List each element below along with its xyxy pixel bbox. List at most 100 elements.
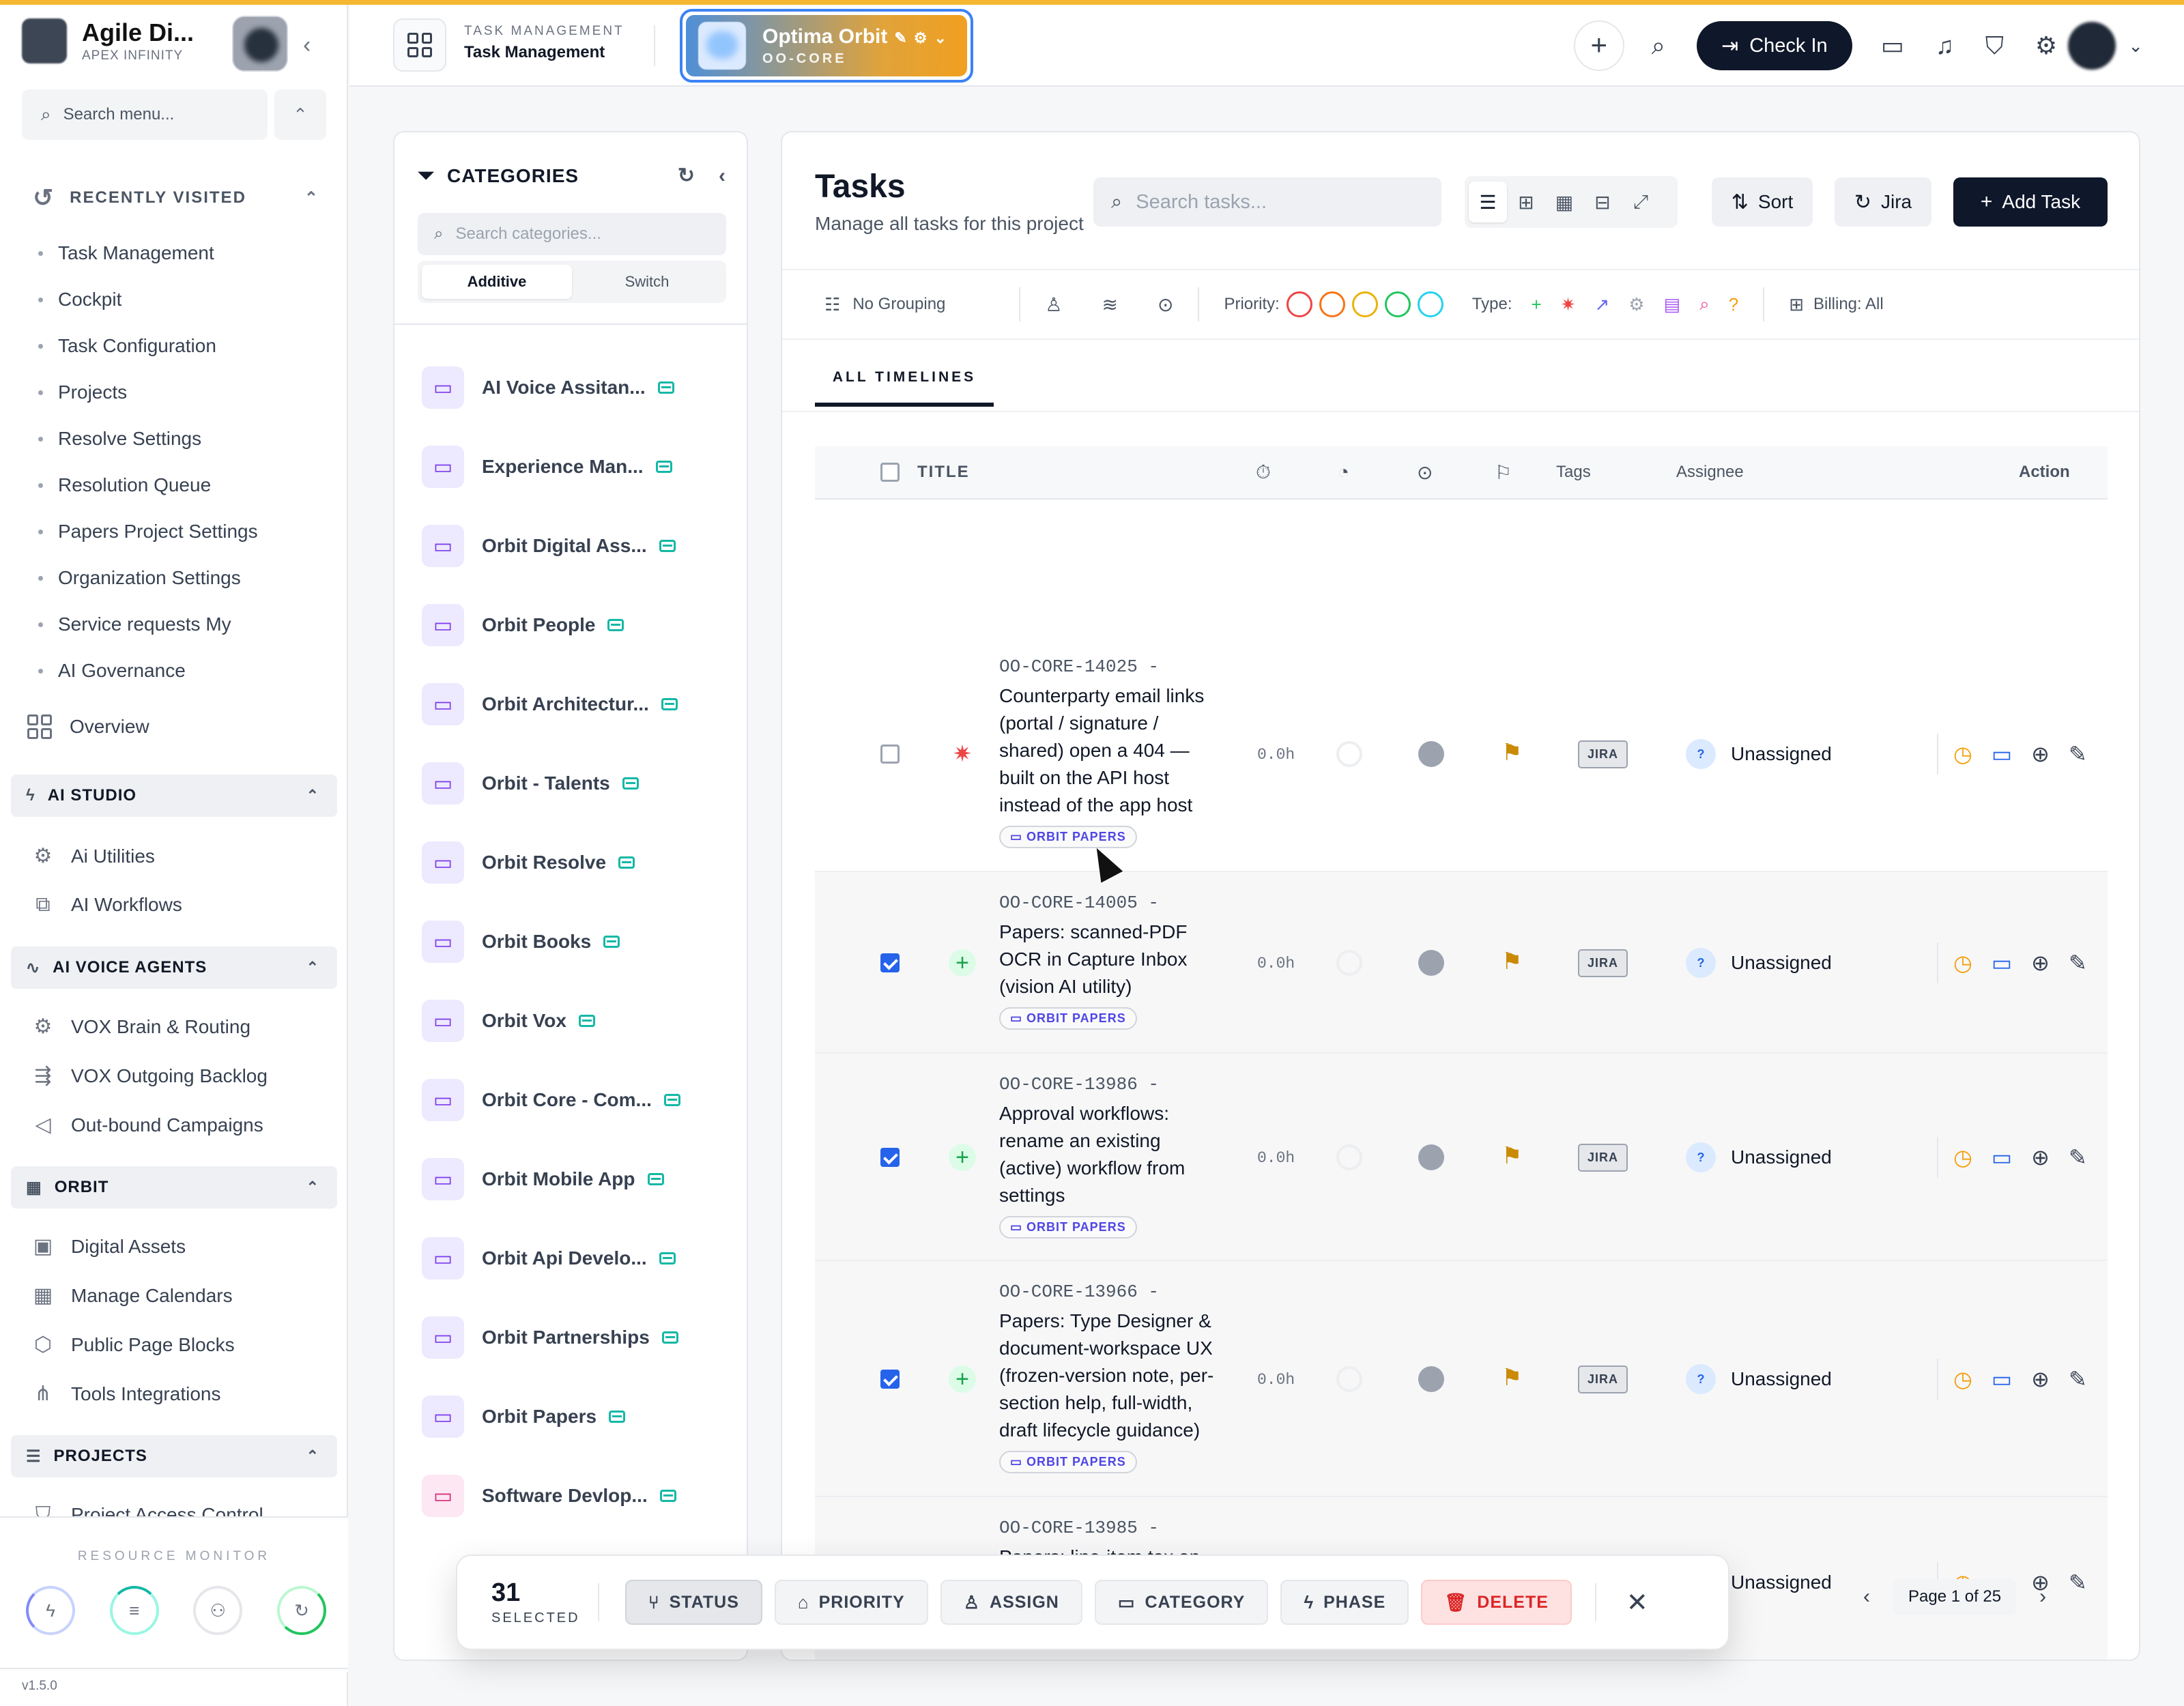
priority-lowest-toggle[interactable] [1417, 291, 1443, 317]
type-improvement-icon[interactable]: ↗ [1594, 294, 1609, 315]
refresh-icon[interactable]: ↻ [678, 164, 695, 188]
users-gauge-icon[interactable]: ⚇ [193, 1586, 243, 1635]
jira-badge[interactable]: JIRA [1578, 740, 1628, 768]
recent-item[interactable]: Projects [38, 369, 258, 416]
priority-medium-toggle[interactable] [1351, 291, 1378, 317]
task-title[interactable]: Papers: Type Designer & document-workspa… [999, 1307, 1224, 1444]
jira-sync-button[interactable]: ↻ Jira [1835, 177, 1931, 227]
jira-badge[interactable]: JIRA [1578, 1144, 1628, 1172]
mode-switch[interactable]: Switch [572, 265, 722, 299]
search-icon[interactable]: ⌕ [1652, 31, 1665, 61]
bell-icon[interactable]: ♫ [1936, 31, 1954, 60]
category-tag[interactable]: ▭ ORBIT PAPERS [999, 1451, 1137, 1473]
user-avatar[interactable] [2068, 22, 2116, 70]
bulk-phase-button[interactable]: ϟ PHASE [1280, 1580, 1409, 1625]
progress-indicator[interactable] [1336, 950, 1362, 976]
type-question-icon[interactable]: ? [1729, 294, 1738, 315]
table-view-icon[interactable]: ⊟ [1583, 182, 1622, 222]
category-item[interactable]: ▭ AI Voice Assitan... [422, 348, 680, 427]
recent-item[interactable]: Task Management [38, 230, 258, 276]
edit-icon[interactable]: ✎ [2069, 1144, 2087, 1170]
category-item[interactable]: ▭ Orbit Api Develo... [422, 1219, 680, 1298]
category-search-input[interactable]: ⌕ Search categories... [418, 213, 726, 255]
column-title[interactable]: TITLE [917, 463, 970, 482]
table-row[interactable]: + OO-CORE-14005 - Papers: scanned-PDF OCR … [815, 872, 2108, 1054]
add-task-button[interactable]: + Add Task [1953, 177, 2108, 227]
sidebar-item-vox-brain[interactable]: ⚙ VOX Brain & Routing [31, 1015, 250, 1039]
progress-indicator[interactable] [1336, 1366, 1362, 1392]
sidebar-item-ai-workflows[interactable]: ⧉ AI Workflows [31, 893, 182, 916]
category-item[interactable]: ▭ Orbit Partnerships [422, 1298, 680, 1377]
gear-icon[interactable]: ⚙ [2035, 31, 2057, 60]
status-filter-icon[interactable]: ⊙ [1158, 293, 1173, 316]
sync-gauge-icon[interactable]: ↻ [276, 1586, 326, 1635]
status-indicator[interactable] [1418, 950, 1444, 976]
status-indicator[interactable] [1418, 741, 1444, 767]
category-tag[interactable]: ▭ ORBIT PAPERS [999, 1007, 1137, 1030]
priority-high-toggle[interactable] [1319, 291, 1345, 317]
layers-filter-icon[interactable]: ≋ [1102, 293, 1118, 316]
expand-icon[interactable]: ⤢ [1622, 182, 1660, 222]
gear-icon[interactable]: ⚙ [914, 29, 928, 46]
comment-icon[interactable]: ▭ [1992, 741, 2012, 767]
bulk-category-button[interactable]: ▭ CATEGORY [1094, 1580, 1269, 1625]
status-indicator[interactable] [1418, 1366, 1444, 1392]
category-item[interactable]: ▭ Orbit Resolve [422, 823, 680, 902]
row-checkbox[interactable] [880, 744, 900, 764]
next-page-icon[interactable]: › [2039, 1585, 2046, 1608]
category-tag[interactable]: ▭ ORBIT PAPERS [999, 1216, 1137, 1239]
type-config-icon[interactable]: ⚙ [1628, 294, 1644, 315]
task-title[interactable]: Papers: scanned-PDF OCR in Capture Inbox… [999, 919, 1224, 1000]
bulk-assign-button[interactable]: ♙ ASSIGN [940, 1580, 1082, 1625]
recent-item[interactable]: Resolution Queue [38, 462, 258, 508]
sidebar-item-overview[interactable]: Overview [27, 714, 149, 739]
type-bug-icon[interactable]: ✷ [1561, 294, 1576, 315]
timer-icon[interactable]: ⏱ [1256, 461, 1271, 484]
add-subtask-icon[interactable]: ⊕ [2031, 950, 2050, 976]
category-item[interactable]: ▭ Orbit Papers [422, 1377, 680, 1456]
recent-item[interactable]: Papers Project Settings [38, 508, 258, 555]
comment-icon[interactable]: ▭ [1992, 950, 2012, 976]
select-all-checkbox[interactable] [880, 463, 900, 482]
recent-item[interactable]: AI Governance [38, 648, 258, 694]
bulk-status-button[interactable]: ⑂ STATUS [625, 1580, 762, 1625]
row-checkbox[interactable] [880, 1148, 900, 1167]
section-orbit[interactable]: ▦ ORBIT ⌃ [11, 1166, 337, 1209]
clock-icon[interactable]: ◷ [1953, 1144, 1972, 1170]
category-item[interactable]: ▭ Software Devlop... [422, 1456, 680, 1535]
mode-additive[interactable]: Additive [422, 265, 572, 299]
recent-item[interactable]: Cockpit [38, 276, 258, 323]
edit-icon[interactable]: ✎ [2069, 1570, 2087, 1595]
comment-icon[interactable]: ▭ [1992, 1144, 2012, 1170]
recently-visited-header[interactable]: ↺ RECENTLY VISITED ⌃ [33, 184, 319, 212]
category-item[interactable]: ▭ Orbit People [422, 585, 680, 665]
table-row[interactable]: ✷ OO-CORE-14025 - Counterparty email links… [815, 636, 2108, 872]
bulk-delete-button[interactable]: 🗑 DELETE [1421, 1580, 1572, 1625]
collapse-sidebar-icon[interactable]: ‹ [303, 32, 311, 59]
category-item[interactable]: ▭ Orbit Core - Com... [422, 1060, 680, 1140]
recent-item[interactable]: Task Configuration [38, 323, 258, 369]
category-item[interactable]: ▭ Orbit Architectur... [422, 665, 680, 744]
collapse-panel-icon[interactable]: ‹ [719, 164, 726, 188]
task-search-input[interactable]: ⌕ Search tasks... [1093, 177, 1441, 227]
assignee[interactable]: ? Unassigned [1686, 739, 1832, 769]
table-row[interactable]: + OO-CORE-13986 - Approval workflows: rena… [815, 1054, 2108, 1261]
grid-view-icon[interactable]: ⊞ [1507, 182, 1545, 222]
quick-add-button[interactable]: + [1573, 20, 1624, 71]
cpu-gauge-icon[interactable]: ϟ [26, 1586, 75, 1635]
category-item[interactable]: ▭ Orbit Mobile App [422, 1140, 680, 1219]
flag-icon[interactable]: ⚑ [1502, 739, 1522, 766]
calendar-view-icon[interactable]: ▦ [1545, 182, 1583, 222]
sidebar-search-input[interactable]: ⌕ Search menu... [22, 89, 268, 140]
sort-button[interactable]: ⇅ Sort [1712, 177, 1813, 227]
category-item[interactable]: ▭ Orbit Vox [422, 981, 680, 1060]
status-icon[interactable]: ⊙ [1417, 461, 1433, 484]
type-doc-icon[interactable]: ▤ [1664, 294, 1681, 315]
comment-icon[interactable]: ▭ [1992, 1366, 2012, 1392]
flag-icon[interactable]: ⚑ [1502, 948, 1522, 975]
billing-filter[interactable]: Billing: All [1813, 295, 1884, 314]
category-tag[interactable]: ▭ ORBIT PAPERS [999, 826, 1137, 848]
org-avatar[interactable] [232, 16, 288, 72]
status-indicator[interactable] [1418, 1144, 1444, 1170]
add-subtask-icon[interactable]: ⊕ [2031, 1366, 2050, 1392]
